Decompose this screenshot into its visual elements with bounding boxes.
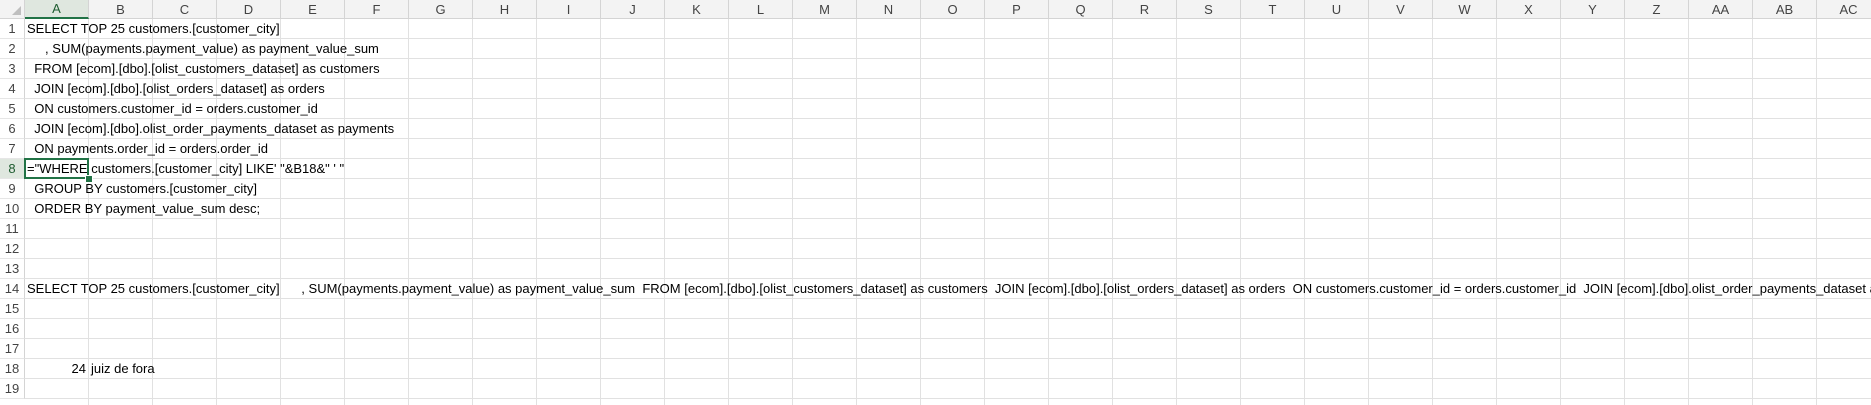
cell-A6[interactable]: JOIN [ecom].[dbo].olist_order_payments_d… [27, 119, 394, 139]
column-header-J[interactable]: J [601, 0, 665, 19]
column-gridline [920, 19, 921, 405]
row-gridline [25, 338, 1871, 339]
column-gridline [664, 19, 665, 405]
column-header-V[interactable]: V [1369, 0, 1433, 19]
cell-A9[interactable]: GROUP BY customers.[customer_city] [27, 179, 257, 199]
row-gridline [25, 378, 1871, 379]
row-header-5[interactable]: 5 [0, 99, 25, 119]
row-header-8[interactable]: 8 [0, 159, 25, 179]
row-gridline [25, 398, 1871, 399]
column-gridline [792, 19, 793, 405]
active-cell-border [24, 158, 89, 179]
row-gridline [25, 238, 1871, 239]
cell-A3[interactable]: FROM [ecom].[dbo].[olist_customers_datas… [27, 59, 379, 79]
column-header-Z[interactable]: Z [1625, 0, 1689, 19]
row-header-2[interactable]: 2 [0, 39, 25, 59]
spreadsheet-grid[interactable]: A B C D E F G H I J K L M N O P Q R S T U V W X Y Z AA AB AC 1 2 3 4 5 6 7 8… [0, 0, 1871, 405]
row-gridline [25, 258, 1871, 259]
row-header-17[interactable]: 17 [0, 339, 25, 359]
row-header-19[interactable]: 19 [0, 379, 25, 399]
column-gridline [1624, 19, 1625, 405]
column-gridline [408, 19, 409, 405]
column-header-U[interactable]: U [1305, 0, 1369, 19]
row-header-6[interactable]: 6 [0, 119, 25, 139]
column-header-C[interactable]: C [153, 0, 217, 19]
cell-A10[interactable]: ORDER BY payment_value_sum desc; [27, 199, 260, 219]
cell-B18[interactable]: juiz de fora [91, 359, 155, 379]
column-gridline [600, 19, 601, 405]
column-header-I[interactable]: I [537, 0, 601, 19]
row-header-1[interactable]: 1 [0, 19, 25, 39]
row-header-12[interactable]: 12 [0, 239, 25, 259]
column-header-F[interactable]: F [345, 0, 409, 19]
column-gridline [1752, 19, 1753, 405]
column-gridline [1688, 19, 1689, 405]
column-gridline [984, 19, 985, 405]
select-all-triangle-icon [12, 6, 21, 15]
select-all-corner[interactable] [0, 0, 25, 19]
row-header-18[interactable]: 18 [0, 359, 25, 379]
column-gridline [1304, 19, 1305, 405]
column-header-T[interactable]: T [1241, 0, 1305, 19]
row-header-9[interactable]: 9 [0, 179, 25, 199]
cell-A1[interactable]: SELECT TOP 25 customers.[customer_city] [27, 19, 280, 39]
column-header-AB[interactable]: AB [1753, 0, 1817, 19]
column-header-A[interactable]: A [25, 0, 89, 19]
column-gridline [1176, 19, 1177, 405]
column-header-R[interactable]: R [1113, 0, 1177, 19]
column-header-Q[interactable]: Q [1049, 0, 1113, 19]
column-gridline [1432, 19, 1433, 405]
row-gridline [25, 218, 1871, 219]
column-gridline [472, 19, 473, 405]
row-header-7[interactable]: 7 [0, 139, 25, 159]
cell-A4[interactable]: JOIN [ecom].[dbo].[olist_orders_dataset]… [27, 79, 324, 99]
column-gridline [536, 19, 537, 405]
row-header-14[interactable]: 14 [0, 279, 25, 299]
column-header-AC[interactable]: AC [1817, 0, 1871, 19]
column-gridline [1368, 19, 1369, 405]
column-header-G[interactable]: G [409, 0, 473, 19]
row-gridline [25, 318, 1871, 319]
column-gridline [728, 19, 729, 405]
column-gridline [1112, 19, 1113, 405]
column-header-B[interactable]: B [89, 0, 153, 19]
column-gridline [1560, 19, 1561, 405]
column-header-N[interactable]: N [857, 0, 921, 19]
column-header-W[interactable]: W [1433, 0, 1497, 19]
column-header-M[interactable]: M [793, 0, 857, 19]
row-header-3[interactable]: 3 [0, 59, 25, 79]
column-header-L[interactable]: L [729, 0, 793, 19]
column-header-AA[interactable]: AA [1689, 0, 1753, 19]
column-header-D[interactable]: D [217, 0, 281, 19]
row-gridline [25, 358, 1871, 359]
row-header-15[interactable]: 15 [0, 299, 25, 319]
column-header-O[interactable]: O [921, 0, 985, 19]
column-header-S[interactable]: S [1177, 0, 1241, 19]
row-gridline [25, 198, 1871, 199]
row-header-16[interactable]: 16 [0, 319, 25, 339]
row-header-4[interactable]: 4 [0, 79, 25, 99]
column-gridline [1816, 19, 1817, 405]
cell-A14[interactable]: SELECT TOP 25 customers.[customer_city] … [27, 279, 1871, 299]
column-header-E[interactable]: E [281, 0, 345, 19]
cell-A2[interactable]: , SUM(payments.payment_value) as payment… [27, 39, 379, 59]
column-header-Y[interactable]: Y [1561, 0, 1625, 19]
row-header-13[interactable]: 13 [0, 259, 25, 279]
column-header-P[interactable]: P [985, 0, 1049, 19]
column-gridline [1048, 19, 1049, 405]
column-gridline [1496, 19, 1497, 405]
column-header-K[interactable]: K [665, 0, 729, 19]
row-header-10[interactable]: 10 [0, 199, 25, 219]
cell-A18[interactable]: 24 [25, 359, 86, 379]
column-header-H[interactable]: H [473, 0, 537, 19]
cell-A5[interactable]: ON customers.customer_id = orders.custom… [27, 99, 318, 119]
column-gridline [856, 19, 857, 405]
column-header-X[interactable]: X [1497, 0, 1561, 19]
column-gridline [1240, 19, 1241, 405]
row-header-11[interactable]: 11 [0, 219, 25, 239]
cell-A7[interactable]: ON payments.order_id = orders.order_id [27, 139, 268, 159]
fill-handle[interactable] [85, 175, 93, 183]
